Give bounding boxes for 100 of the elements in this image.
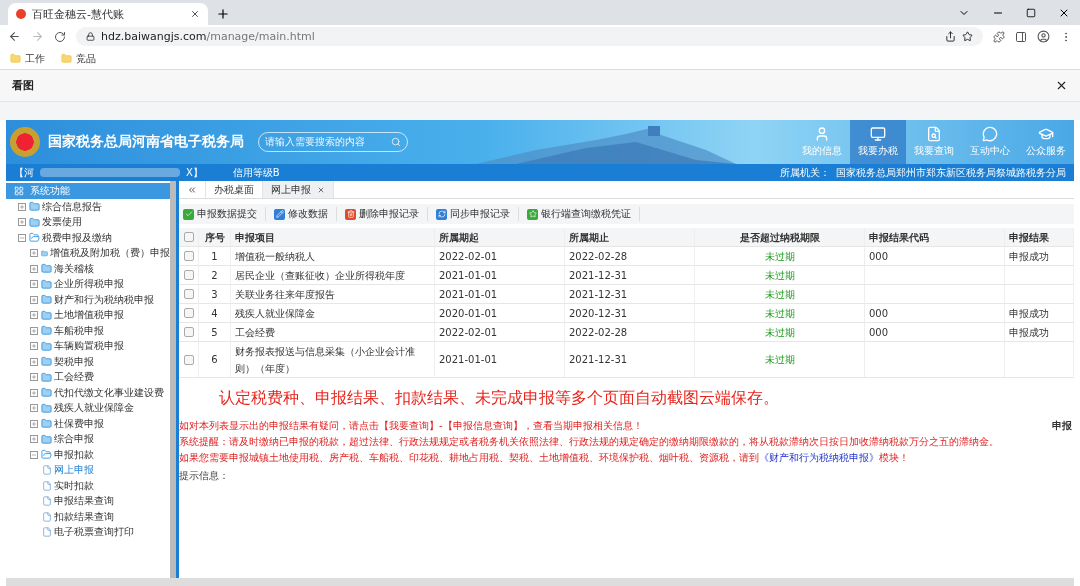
address-bar[interactable]: hdz.baiwangjs.com/manage/main.html <box>76 27 983 46</box>
expand-icon[interactable] <box>30 357 38 366</box>
column-header: 申报结果 <box>1009 230 1049 245</box>
tree-item[interactable]: 残疾人就业保障金 <box>54 401 134 416</box>
expand-icon[interactable] <box>18 218 26 227</box>
tree-item[interactable]: 土地增值税申报 <box>54 308 124 323</box>
bookmark-icon[interactable] <box>962 31 973 42</box>
expand-icon[interactable] <box>30 311 38 320</box>
close-icon[interactable] <box>1055 79 1068 92</box>
tree-item[interactable]: 税费申报及缴纳 <box>42 230 112 245</box>
user-icon <box>814 126 830 142</box>
tree-item[interactable]: 代扣代缴文化事业建设费 <box>54 385 164 400</box>
table-cell-text: 未过期 <box>764 306 795 321</box>
maximize-icon[interactable] <box>1026 8 1036 18</box>
tree-item[interactable]: 车辆购置税申报 <box>54 339 124 354</box>
collapse-icon[interactable] <box>30 450 38 459</box>
table-cell-text: 2021-01-01 <box>439 287 498 302</box>
graduation-cap-icon <box>1038 126 1054 142</box>
expand-icon[interactable] <box>30 388 38 397</box>
table-cell-text: 未过期 <box>764 249 795 264</box>
expand-icon[interactable] <box>30 435 38 444</box>
profile-icon[interactable] <box>1037 30 1050 43</box>
refresh-icon <box>436 208 447 220</box>
expand-icon[interactable] <box>30 264 38 273</box>
table-cell-text: 2021-01-01 <box>439 268 498 283</box>
nav-item[interactable]: 我要办税 <box>850 120 906 164</box>
checkbox[interactable] <box>183 354 194 365</box>
tree-item[interactable]: 综合信息报告 <box>42 199 102 214</box>
folder-icon <box>41 433 52 445</box>
close-window-icon[interactable] <box>1058 7 1070 19</box>
collapse-icon[interactable] <box>18 233 26 242</box>
chat-bubble-icon <box>982 126 998 142</box>
new-tab-icon[interactable] <box>216 7 230 21</box>
tree-item[interactable]: 电子税票查询打印 <box>54 525 134 540</box>
close-icon[interactable] <box>190 9 200 19</box>
tree-item[interactable]: 网上申报 <box>54 463 94 478</box>
checkbox[interactable] <box>183 232 194 242</box>
table-cell-text: 未过期 <box>764 268 795 283</box>
folder-icon <box>61 53 72 64</box>
file-icon <box>42 527 52 538</box>
emblem-icon <box>10 127 40 157</box>
tree-item[interactable]: 海关稽核 <box>54 261 94 276</box>
checkbox[interactable] <box>183 327 194 337</box>
checkbox[interactable] <box>183 251 194 261</box>
expand-icon[interactable] <box>30 326 38 335</box>
folder-icon <box>41 278 52 290</box>
expand-icon[interactable] <box>30 280 38 289</box>
extensions-icon[interactable] <box>993 30 1005 43</box>
tree-item[interactable]: 财产和行为税纳税申报 <box>54 292 154 307</box>
expand-icon[interactable] <box>30 249 38 258</box>
share-icon[interactable] <box>945 31 956 42</box>
column-header: 所属期止 <box>569 230 609 245</box>
expand-icon[interactable] <box>30 295 38 304</box>
table-cell-text: 000 <box>869 306 889 321</box>
tree-item[interactable]: 工会经费 <box>54 370 94 385</box>
side-panel-icon[interactable] <box>1015 30 1027 43</box>
table-cell-text: 工会经费 <box>235 325 275 340</box>
table-cell-text: 未过期 <box>764 325 795 340</box>
tree-item[interactable]: 企业所得税申报 <box>54 277 124 292</box>
reload-icon[interactable] <box>54 30 66 43</box>
tree-item[interactable]: 社保费申报 <box>54 416 104 431</box>
table-cell-text: 2021-01-01 <box>439 353 498 367</box>
tree-item[interactable]: 综合申报 <box>54 432 94 447</box>
checkbox[interactable] <box>183 308 194 318</box>
toolbar-button[interactable]: 修改数据 <box>274 207 337 221</box>
bookmark[interactable]: 竞品 <box>76 51 96 66</box>
toolbar-button[interactable]: 银行端查询缴税凭证 <box>527 207 640 221</box>
expand-icon[interactable] <box>30 373 38 382</box>
folder-icon <box>29 216 40 228</box>
tree-item[interactable]: 契税申报 <box>54 354 94 369</box>
forward-icon[interactable] <box>31 30 44 43</box>
folder-icon <box>41 263 52 275</box>
tree-item[interactable]: 扣款结果查询 <box>54 509 114 524</box>
back-icon[interactable] <box>8 30 21 43</box>
tree-item[interactable]: 发票使用 <box>42 215 82 230</box>
expand-icon[interactable] <box>18 202 26 211</box>
toolbar-button[interactable]: 删除申报记录 <box>345 207 428 221</box>
expand-icon[interactable] <box>30 342 38 351</box>
toolbar-button[interactable]: 同步申报记录 <box>436 207 519 221</box>
table-cell-text: 3 <box>211 287 218 302</box>
tree-item[interactable]: 申报结果查询 <box>54 494 114 509</box>
tree-item[interactable]: 车船税申报 <box>54 323 104 338</box>
bookmark[interactable]: 工作 <box>25 51 45 66</box>
table-cell-text: 申报成功 <box>1009 249 1049 264</box>
table-cell-text: 申报成功 <box>1009 325 1049 340</box>
authority-text: 国家税务总局郑州市郑东新区税务局祭城路税务分局 <box>836 165 1066 180</box>
column-header: 序号 <box>204 230 225 245</box>
tree-item[interactable]: 实时扣款 <box>54 478 94 493</box>
tab[interactable]: 网上申报 <box>263 181 334 198</box>
folder-icon <box>10 53 21 64</box>
link[interactable]: 《财产和行为税纳税申报》 <box>759 452 879 463</box>
tree-item[interactable]: 增值税及附加税（费）申报 <box>50 246 170 261</box>
expand-icon[interactable] <box>30 419 38 428</box>
checkbox[interactable] <box>183 289 194 299</box>
expand-icon[interactable] <box>30 404 38 413</box>
toolbar-button[interactable]: 申报数据提交 <box>183 207 266 221</box>
lock-icon <box>86 32 95 41</box>
checkbox[interactable] <box>183 270 194 280</box>
browser-tab[interactable]: 百旺金穗云-慧代账 <box>8 3 208 25</box>
tree-item[interactable]: 申报扣款 <box>54 447 94 462</box>
